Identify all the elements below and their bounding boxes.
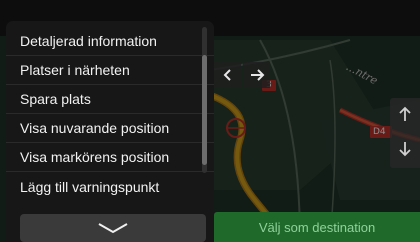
menu-item-label: Spara plats — [20, 91, 91, 107]
map-nav-arrows — [214, 62, 270, 88]
more-options-button[interactable] — [20, 214, 206, 242]
menu-item-save-location[interactable]: Spara plats — [6, 85, 214, 114]
arrow-left-icon[interactable] — [214, 62, 241, 88]
menu-item-show-current-position[interactable]: Visa nuvarande position — [6, 114, 214, 143]
select-destination-button[interactable]: Välj som destination — [214, 212, 420, 242]
menu-scroll-thumb[interactable] — [202, 55, 207, 165]
menu-item-label: Visa nuvarande position — [20, 120, 170, 136]
menu-item-label: Lägg till varningspunkt — [20, 178, 160, 195]
arrow-down-icon[interactable] — [398, 141, 412, 161]
menu-item-label: Platser i närheten — [20, 62, 130, 78]
menu-scrollbar[interactable] — [202, 27, 207, 173]
menu-item-label: Detaljerad information — [20, 33, 157, 49]
menu-item-nearby-places[interactable]: Platser i närheten — [6, 56, 214, 85]
menu-item-details[interactable]: Detaljerad information — [6, 27, 214, 56]
arrow-up-icon[interactable] — [398, 106, 412, 126]
zoom-controls — [390, 98, 420, 168]
menu-list: Detaljerad information Platser i närhete… — [6, 27, 214, 201]
arrow-right-icon[interactable] — [243, 62, 270, 88]
context-menu: Detaljerad information Platser i närhete… — [6, 21, 214, 242]
menu-item-label: Visa markörens position — [20, 149, 170, 165]
menu-item-show-cursor-position[interactable]: Visa markörens position — [6, 143, 214, 172]
select-destination-label: Välj som destination — [258, 219, 376, 235]
menu-item-add-alert-point[interactable]: Lägg till varningspunkt — [6, 172, 214, 201]
chevron-down-icon — [95, 221, 131, 235]
